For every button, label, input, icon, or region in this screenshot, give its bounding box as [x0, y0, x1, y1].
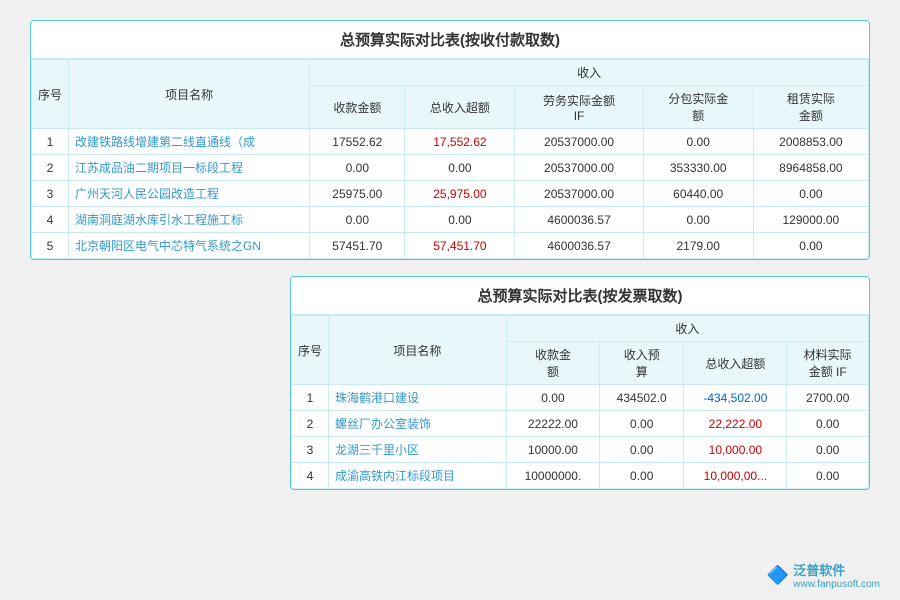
cell-col4: 0.00	[787, 437, 869, 463]
th-income-group-2: 收入	[506, 316, 868, 342]
logo-icon: 🔷	[767, 565, 789, 586]
table-row: 2 江苏成品油二期项目一标段工程 0.00 0.00 20537000.00 3…	[32, 155, 869, 181]
cell-seq: 4	[292, 463, 329, 489]
cell-col5: 129000.00	[753, 207, 868, 233]
cell-col5: 0.00	[753, 181, 868, 207]
cell-col3: 20537000.00	[515, 181, 643, 207]
cell-col3: 10,000,00...	[684, 463, 787, 489]
cell-col4: 0.00	[643, 129, 753, 155]
cell-project[interactable]: 北京朝阳区电气中芯特气系统之GN	[69, 233, 310, 259]
cell-seq: 5	[32, 233, 69, 259]
cell-col2: 57,451.70	[405, 233, 515, 259]
cell-project[interactable]: 龙湖三千里小区	[329, 437, 507, 463]
table-row: 4 成渝高铁内江标段项目 10000000. 0.00 10,000,00...…	[292, 463, 869, 489]
table-row: 1 改建铁路线增建第二线直通线（成 17552.62 17,552.62 205…	[32, 129, 869, 155]
cell-col4: 2179.00	[643, 233, 753, 259]
cell-seq: 3	[292, 437, 329, 463]
cell-col1: 22222.00	[506, 411, 599, 437]
cell-col5: 2008853.00	[753, 129, 868, 155]
logo-area: 🔷 泛普软件 www.fanpusoft.com	[767, 560, 880, 590]
th-col4-1: 分包实际金额	[643, 86, 753, 129]
cell-project[interactable]: 广州天河人民公园改造工程	[69, 181, 310, 207]
cell-project[interactable]: 湖南洞庭湖水库引水工程施工标	[69, 207, 310, 233]
cell-col1: 0.00	[310, 207, 405, 233]
cell-project[interactable]: 螺丝厂办公室装饰	[329, 411, 507, 437]
cell-col2: 17,552.62	[405, 129, 515, 155]
cell-project[interactable]: 珠海鹤港口建设	[329, 385, 507, 411]
cell-col1: 10000000.	[506, 463, 599, 489]
cell-seq: 2	[292, 411, 329, 437]
cell-col1: 0.00	[310, 155, 405, 181]
cell-project[interactable]: 江苏成品油二期项目一标段工程	[69, 155, 310, 181]
cell-col3: -434,502.00	[684, 385, 787, 411]
cell-col4: 60440.00	[643, 181, 753, 207]
cell-col4: 0.00	[787, 463, 869, 489]
table-row: 3 广州天河人民公园改造工程 25975.00 25,975.00 205370…	[32, 181, 869, 207]
cell-col1: 0.00	[506, 385, 599, 411]
cell-col2: 0.00	[600, 463, 684, 489]
cell-col4: 353330.00	[643, 155, 753, 181]
table-row: 5 北京朝阳区电气中芯特气系统之GN 57451.70 57,451.70 46…	[32, 233, 869, 259]
th-seq-1: 序号	[32, 60, 69, 129]
cell-col3: 20537000.00	[515, 129, 643, 155]
table-row: 4 湖南洞庭湖水库引水工程施工标 0.00 0.00 4600036.57 0.…	[32, 207, 869, 233]
table-row: 1 珠海鹤港口建设 0.00 434502.0 -434,502.00 2700…	[292, 385, 869, 411]
cell-col1: 25975.00	[310, 181, 405, 207]
table1: 序号 项目名称 收入 收款金额 总收入超额 劳务实际金额IF 分包实际金额 租赁…	[31, 59, 869, 259]
table-panel-2: 总预算实际对比表(按发票取数) 序号 项目名称 收入 收款金额 收入预算 总收入…	[290, 276, 870, 490]
cell-seq: 1	[32, 129, 69, 155]
cell-project[interactable]: 改建铁路线增建第二线直通线（成	[69, 129, 310, 155]
cell-col2: 434502.0	[600, 385, 684, 411]
th-col5-1: 租赁实际金额	[753, 86, 868, 129]
th-col4-2: 材料实际金额 IF	[787, 342, 869, 385]
cell-col2: 0.00	[405, 207, 515, 233]
cell-col3: 4600036.57	[515, 233, 643, 259]
cell-col2: 25,975.00	[405, 181, 515, 207]
cell-col3: 22,222.00	[684, 411, 787, 437]
th-col3-2: 总收入超额	[684, 342, 787, 385]
th-income-group-1: 收入	[310, 60, 869, 86]
logo-brand: 泛普软件	[793, 563, 845, 578]
table-panel-1: 总预算实际对比表(按收付款取数) 序号 项目名称 收入 收款金额 总收入超额 劳…	[30, 20, 870, 260]
table1-title: 总预算实际对比表(按收付款取数)	[31, 21, 869, 59]
th-col2-2: 收入预算	[600, 342, 684, 385]
cell-col1: 17552.62	[310, 129, 405, 155]
table-row: 2 螺丝厂办公室装饰 22222.00 0.00 22,222.00 0.00	[292, 411, 869, 437]
cell-col3: 10,000.00	[684, 437, 787, 463]
cell-seq: 2	[32, 155, 69, 181]
cell-col4: 2700.00	[787, 385, 869, 411]
cell-col2: 0.00	[600, 437, 684, 463]
cell-col3: 4600036.57	[515, 207, 643, 233]
cell-seq: 3	[32, 181, 69, 207]
cell-col4: 0.00	[643, 207, 753, 233]
logo-url: www.fanpusoft.com	[793, 579, 880, 590]
cell-col5: 0.00	[753, 233, 868, 259]
table2: 序号 项目名称 收入 收款金额 收入预算 总收入超额 材料实际金额 IF 1 珠…	[291, 315, 869, 489]
table2-title: 总预算实际对比表(按发票取数)	[291, 277, 869, 315]
th-col3-1: 劳务实际金额IF	[515, 86, 643, 129]
cell-col2: 0.00	[405, 155, 515, 181]
th-col1-1: 收款金额	[310, 86, 405, 129]
cell-col4: 0.00	[787, 411, 869, 437]
cell-col5: 8964858.00	[753, 155, 868, 181]
cell-col2: 0.00	[600, 411, 684, 437]
cell-seq: 4	[32, 207, 69, 233]
th-col2-1: 总收入超额	[405, 86, 515, 129]
table-row: 3 龙湖三千里小区 10000.00 0.00 10,000.00 0.00	[292, 437, 869, 463]
th-col1-2: 收款金额	[506, 342, 599, 385]
th-project-2: 项目名称	[329, 316, 507, 385]
cell-seq: 1	[292, 385, 329, 411]
cell-col1: 57451.70	[310, 233, 405, 259]
th-project-1: 项目名称	[69, 60, 310, 129]
cell-col3: 20537000.00	[515, 155, 643, 181]
th-seq-2: 序号	[292, 316, 329, 385]
cell-col1: 10000.00	[506, 437, 599, 463]
cell-project[interactable]: 成渝高铁内江标段项目	[329, 463, 507, 489]
